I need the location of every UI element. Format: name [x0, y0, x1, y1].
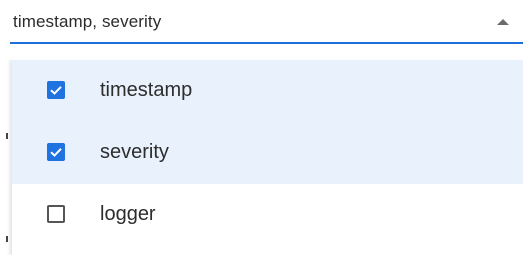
- option-label: logger: [100, 203, 156, 225]
- select-underline: [10, 42, 523, 44]
- checkbox-checked-icon[interactable]: [47, 143, 65, 161]
- checkbox-checked-icon[interactable]: [47, 81, 65, 99]
- select-value: timestamp, severity: [13, 12, 162, 31]
- option-severity[interactable]: severity: [12, 122, 523, 184]
- option-logger[interactable]: logger: [12, 184, 523, 246]
- checkbox-unchecked-icon[interactable]: [47, 205, 65, 223]
- option-label: timestamp: [100, 79, 193, 101]
- background-fragment: [6, 236, 8, 242]
- option-timestamp[interactable]: timestamp: [12, 60, 523, 122]
- background-fragment: [6, 133, 8, 139]
- column-multiselect[interactable]: timestamp, severity: [0, 0, 523, 44]
- dropdown-panel: timestamp severity logger: [12, 58, 523, 255]
- caret-up-icon[interactable]: [497, 19, 509, 25]
- option-label: severity: [100, 141, 169, 163]
